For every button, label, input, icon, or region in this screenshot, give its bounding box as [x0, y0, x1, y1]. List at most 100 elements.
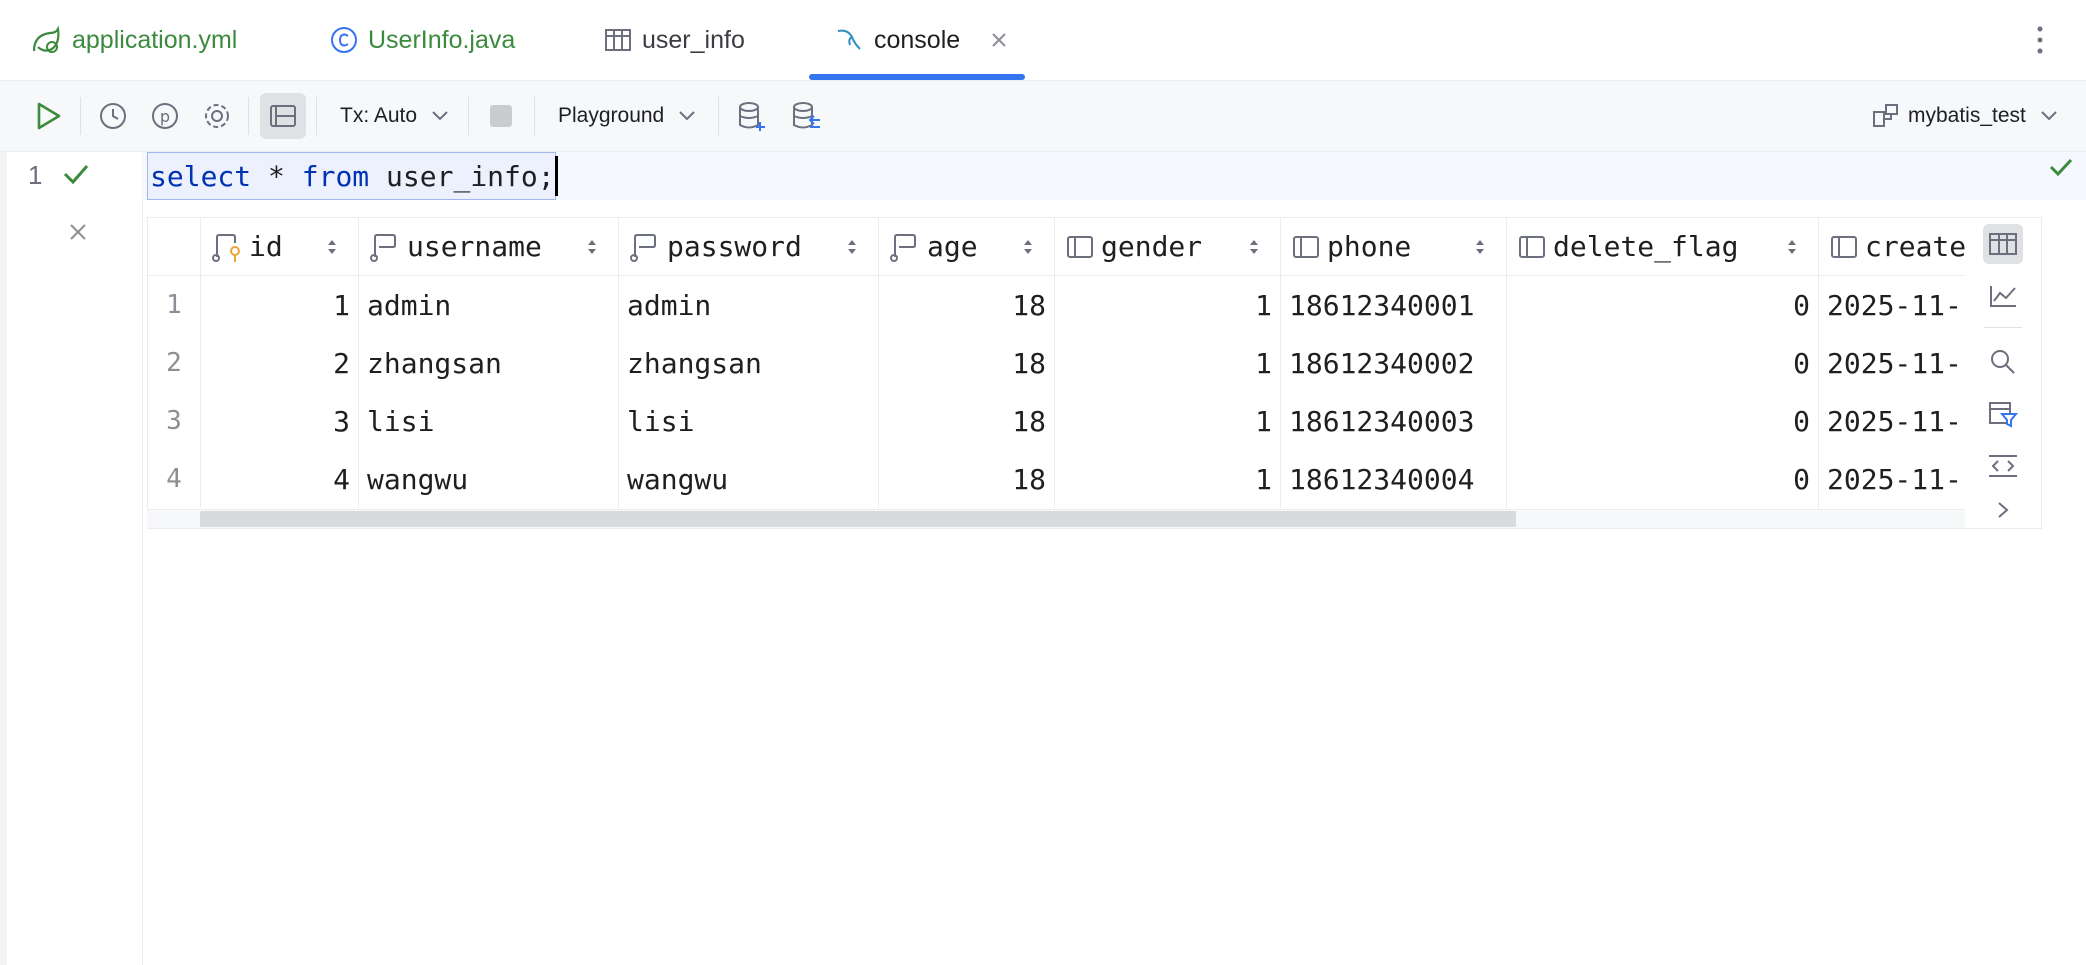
cell-password[interactable]: wangwu — [619, 450, 879, 508]
column-header-username[interactable]: username — [359, 218, 619, 276]
check-icon — [62, 162, 90, 191]
history-button[interactable] — [92, 93, 134, 139]
tab-label: console — [874, 25, 961, 54]
tab-user-info[interactable]: user_info — [604, 0, 745, 80]
column-header-create[interactable]: create — [1819, 218, 1966, 276]
tab-application-yml[interactable]: application.yml — [30, 0, 237, 80]
sort-icon[interactable] — [1786, 238, 1798, 256]
column-header-password[interactable]: password — [619, 218, 879, 276]
sort-icon[interactable] — [1248, 238, 1260, 256]
sort-icon[interactable] — [1022, 238, 1034, 256]
cell-gender[interactable]: 1 — [1055, 392, 1281, 450]
column-header-age[interactable]: age — [879, 218, 1055, 276]
cell-age[interactable]: 18 — [879, 450, 1055, 508]
cell-phone[interactable]: 18612340001 — [1281, 276, 1507, 334]
column-header-id[interactable]: id — [201, 218, 359, 276]
cell-delete-flag[interactable]: 0 — [1507, 450, 1819, 508]
cell-username[interactable]: zhangsan — [359, 334, 619, 392]
cell-id[interactable]: 1 — [201, 276, 359, 334]
column-header-phone[interactable]: phone — [1281, 218, 1507, 276]
cell-create[interactable]: 2025-11- — [1819, 276, 1966, 334]
chart-view-button[interactable] — [1983, 276, 2023, 316]
cell-create[interactable]: 2025-11- — [1819, 450, 1966, 508]
sort-icon[interactable] — [326, 238, 338, 256]
more-options-icon[interactable] — [2030, 24, 2050, 61]
tab-console[interactable]: console — [834, 0, 1018, 80]
column-header-delete-flag[interactable]: delete_flag — [1507, 218, 1819, 276]
cell-id[interactable]: 2 — [201, 334, 359, 392]
column-icon — [1519, 235, 1545, 258]
close-results-icon[interactable] — [68, 222, 88, 247]
layout-toggle-button[interactable] — [260, 93, 306, 139]
cell-gender[interactable]: 1 — [1055, 334, 1281, 392]
cell-delete-flag[interactable]: 0 — [1507, 334, 1819, 392]
tab-label: UserInfo.java — [368, 25, 516, 54]
add-datasource-button[interactable] — [730, 93, 774, 139]
cell-password[interactable]: zhangsan — [619, 334, 879, 392]
parameters-icon: p — [152, 103, 178, 129]
execute-button[interactable] — [26, 93, 70, 139]
horizontal-scrollbar-thumb[interactable] — [200, 511, 1516, 527]
cell-gender[interactable]: 1 — [1055, 450, 1281, 508]
cell-age[interactable]: 18 — [879, 392, 1055, 450]
database-sync-icon — [793, 102, 820, 129]
cell-age[interactable]: 18 — [879, 276, 1055, 334]
gear-icon — [205, 104, 229, 128]
database-add-icon — [739, 102, 765, 131]
column-name: gender — [1101, 230, 1203, 263]
sort-icon[interactable] — [1474, 238, 1486, 256]
sort-icon[interactable] — [586, 238, 598, 256]
table-view-button[interactable] — [1983, 224, 2023, 264]
cell-age[interactable]: 18 — [879, 334, 1055, 392]
cell-phone[interactable]: 18612340003 — [1281, 392, 1507, 450]
ddl-view-button[interactable] — [1983, 446, 2023, 486]
cell-id[interactable]: 4 — [201, 450, 359, 508]
cell-username[interactable]: wangwu — [359, 450, 619, 508]
column-icon — [1293, 235, 1319, 258]
search-button[interactable] — [1983, 342, 2023, 382]
tab-label: application.yml — [72, 25, 238, 54]
cell-gender[interactable]: 1 — [1055, 276, 1281, 334]
cell-password[interactable]: admin — [619, 276, 879, 334]
cell-create[interactable]: 2025-11- — [1819, 392, 1966, 450]
column-name: delete_flag — [1553, 230, 1739, 263]
sql-keyword-from: from — [301, 159, 370, 193]
column-icon — [370, 233, 396, 262]
cell-username[interactable]: lisi — [359, 392, 619, 450]
column-icon — [1067, 235, 1093, 258]
cell-id[interactable]: 3 — [201, 392, 359, 450]
chevron-down-icon — [432, 111, 448, 121]
cell-delete-flag[interactable]: 0 — [1507, 276, 1819, 334]
row-number: 1 — [148, 276, 201, 334]
close-icon[interactable] — [990, 31, 1008, 49]
cell-create[interactable]: 2025-11- — [1819, 334, 1966, 392]
transaction-mode-dropdown[interactable]: Tx: Auto — [340, 93, 449, 139]
transaction-mode-label: Tx: Auto — [340, 104, 418, 127]
stop-button[interactable] — [480, 93, 522, 139]
cell-password[interactable]: lisi — [619, 392, 879, 450]
playground-mode-dropdown[interactable]: Playground — [558, 93, 696, 139]
sql-keyword-select: select — [150, 159, 252, 193]
filter-button[interactable] — [1983, 394, 2023, 434]
cell-phone[interactable]: 18612340002 — [1281, 334, 1507, 392]
cell-phone[interactable]: 18612340004 — [1281, 450, 1507, 508]
playground-mode-label: Playground — [558, 104, 665, 127]
cell-delete-flag[interactable]: 0 — [1507, 392, 1819, 450]
editor-tab-bar: application.yml UserInfo.java user_info … — [0, 0, 2086, 81]
parameters-button[interactable]: p — [144, 93, 186, 139]
schema-sync-button[interactable] — [784, 93, 828, 139]
left-tool-strip — [0, 80, 7, 965]
svg-text:p: p — [160, 107, 170, 126]
settings-button[interactable] — [196, 93, 238, 139]
grid-corner — [148, 218, 201, 276]
sql-query[interactable]: select * from user_info; — [147, 152, 556, 200]
column-name: id — [249, 230, 283, 263]
cell-username[interactable]: admin — [359, 276, 619, 334]
column-header-gender[interactable]: gender — [1055, 218, 1281, 276]
sql-text: user_info; — [369, 159, 555, 193]
sort-icon[interactable] — [846, 238, 858, 256]
chevron-down-icon — [679, 111, 695, 121]
expand-panel-button[interactable] — [1983, 490, 2023, 530]
datasource-selector[interactable]: mybatis_test — [1872, 93, 2058, 139]
tab-userinfo-java[interactable]: UserInfo.java — [330, 0, 515, 80]
